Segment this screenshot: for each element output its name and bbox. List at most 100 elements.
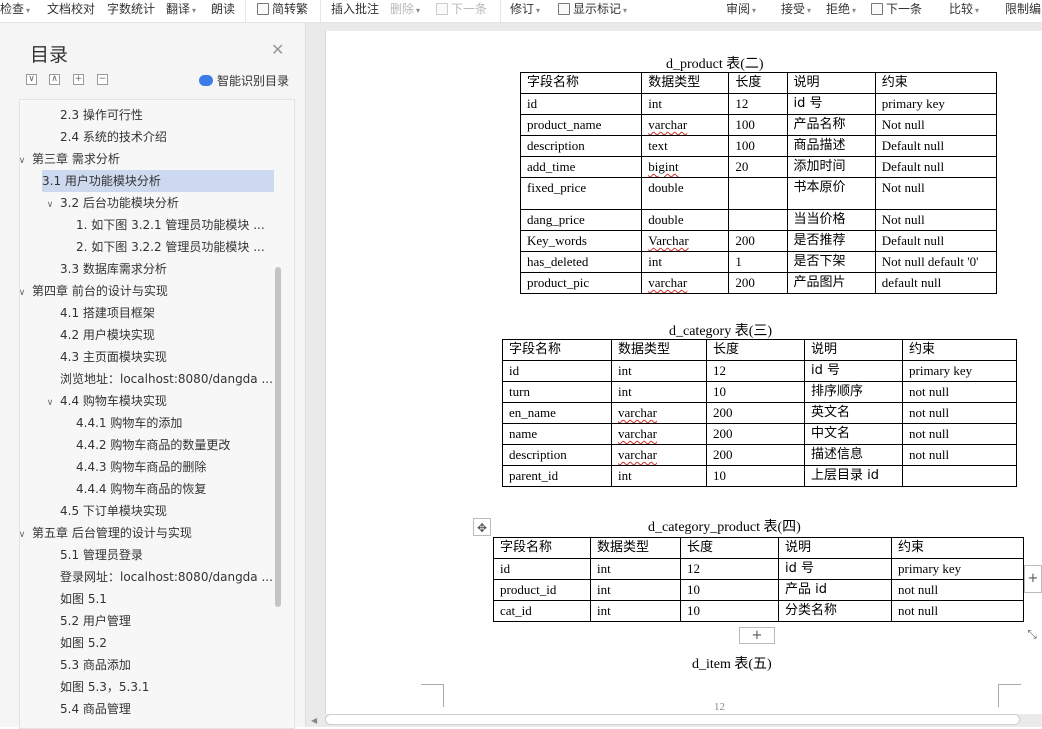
- toolbar-wordcount-button[interactable]: 字数统计: [107, 1, 155, 19]
- table-cell[interactable]: int: [641, 251, 730, 273]
- table-header-cell[interactable]: 说明: [778, 537, 892, 559]
- horizontal-scrollbar[interactable]: [325, 714, 1020, 725]
- table-cell[interactable]: 200: [728, 272, 788, 294]
- table-cell[interactable]: parent_id: [502, 465, 612, 487]
- table-header-cell[interactable]: 长度: [728, 72, 788, 94]
- table-cell[interactable]: 上层目录 id: [804, 465, 903, 487]
- table-cell[interactable]: product_pic: [519, 272, 643, 294]
- table-cell[interactable]: product_name: [519, 114, 643, 136]
- toolbar-simp-trad-button[interactable]: 简转繁: [257, 1, 308, 19]
- table-cell[interactable]: 200: [706, 444, 805, 466]
- toc-item[interactable]: 4.4.4 购物车商品的恢复: [76, 478, 206, 500]
- table-cell[interactable]: 产品图片: [786, 272, 876, 294]
- toc-item[interactable]: 如图 5.3，5.3.1: [60, 676, 149, 698]
- table-cell[interactable]: id: [493, 558, 591, 580]
- table-cell[interactable]: primary key: [874, 93, 998, 115]
- expand-arrow-icon[interactable]: ∨: [20, 524, 28, 546]
- table-header-cell[interactable]: 说明: [786, 72, 876, 94]
- table-cell[interactable]: Not null: [874, 114, 998, 136]
- table-cell[interactable]: varchar: [611, 402, 707, 424]
- table-cell[interactable]: not null: [902, 423, 1017, 445]
- table-cell[interactable]: text: [641, 135, 730, 157]
- toc-item[interactable]: 2.4 系统的技术介绍: [60, 126, 167, 148]
- table-cell[interactable]: Not null: [874, 177, 998, 210]
- table-cell[interactable]: turn: [502, 381, 612, 403]
- toc-item[interactable]: ∨ 第四章 前台的设计与实现: [20, 280, 168, 302]
- add-column-icon[interactable]: +: [1024, 565, 1042, 593]
- table-cell[interactable]: 200: [706, 423, 805, 445]
- table-cell[interactable]: 商品描述: [786, 135, 876, 157]
- expand-arrow-icon[interactable]: ∨: [20, 150, 28, 172]
- toc-item[interactable]: 4.4.2 购物车商品的数量更改: [76, 434, 230, 456]
- toolbar-next-change-button[interactable]: 下一条: [871, 1, 922, 19]
- table-resize-icon[interactable]: ⤡: [1024, 626, 1040, 642]
- table-cell[interactable]: Not null: [874, 209, 998, 231]
- toc-item[interactable]: 5.1 管理员登录: [60, 544, 143, 566]
- collapse-all-icon[interactable]: ∨: [26, 74, 37, 85]
- table-cell[interactable]: Default null: [874, 135, 998, 157]
- toolbar-check-button[interactable]: 检查 ▾: [0, 1, 30, 19]
- toolbar-read-aloud-button[interactable]: 朗读: [211, 1, 235, 19]
- toc-item[interactable]: 如图 5.2: [60, 632, 107, 654]
- table-cell[interactable]: 1: [728, 251, 788, 273]
- expand-arrow-icon[interactable]: ∨: [44, 392, 56, 414]
- table-header-cell[interactable]: 字段名称: [519, 72, 643, 94]
- table-cell[interactable]: not null: [902, 444, 1017, 466]
- table-cell[interactable]: varchar: [641, 272, 730, 294]
- toc-scrollbar[interactable]: [275, 267, 281, 607]
- table-cell[interactable]: description: [519, 135, 643, 157]
- table-cell[interactable]: 10: [706, 381, 805, 403]
- table-cell[interactable]: 当当价格: [786, 209, 876, 231]
- toc-item[interactable]: 4.2 用户模块实现: [60, 324, 155, 346]
- toolbar-insert-comment-button[interactable]: 插入批注: [331, 1, 379, 19]
- smart-toc-button[interactable]: 智能识别目录: [199, 72, 289, 89]
- table-cell[interactable]: Varchar: [641, 230, 730, 252]
- table-cell[interactable]: has_deleted: [519, 251, 643, 273]
- table-cell[interactable]: bigint: [641, 156, 730, 178]
- toc-item[interactable]: 5.4 商品管理: [60, 698, 131, 720]
- toc-item[interactable]: 2.3 操作可行性: [60, 104, 143, 126]
- table-header-cell[interactable]: 长度: [706, 339, 805, 361]
- table-cell[interactable]: en_name: [502, 402, 612, 424]
- table-cell[interactable]: Key_words: [519, 230, 643, 252]
- toolbar-next-comment-button[interactable]: 下一条: [436, 1, 487, 19]
- table-cell[interactable]: id 号: [778, 558, 892, 580]
- table-cell[interactable]: Not null default '0': [874, 251, 998, 273]
- table-cell[interactable]: 200: [706, 402, 805, 424]
- table-header-cell[interactable]: 长度: [680, 537, 779, 559]
- table-cell[interactable]: description: [502, 444, 612, 466]
- table-cell[interactable]: 添加时间: [786, 156, 876, 178]
- toolbar-accept-button[interactable]: 接受 ▾: [781, 1, 811, 19]
- table-cell[interactable]: [728, 177, 788, 210]
- table-cell[interactable]: 书本原价: [786, 177, 876, 210]
- table-cell[interactable]: int: [590, 579, 681, 601]
- toc-item[interactable]: 4.1 搭建项目框架: [60, 302, 155, 324]
- table-header-cell[interactable]: 约束: [874, 72, 998, 94]
- table-cell[interactable]: fixed_price: [519, 177, 643, 210]
- toc-item[interactable]: 如图 5.1: [60, 588, 107, 610]
- table-cell[interactable]: not null: [902, 402, 1017, 424]
- table-cell[interactable]: not null: [891, 579, 1024, 601]
- table-cell[interactable]: 描述信息: [804, 444, 903, 466]
- table-cell[interactable]: varchar: [611, 444, 707, 466]
- table-cell[interactable]: primary key: [902, 360, 1017, 382]
- table-cell[interactable]: cat_id: [493, 600, 591, 622]
- table-cell[interactable]: varchar: [641, 114, 730, 136]
- table-cell[interactable]: int: [590, 558, 681, 580]
- toolbar-compare-button[interactable]: 比较 ▾: [949, 1, 979, 19]
- table-cell[interactable]: Default null: [874, 156, 998, 178]
- toolbar-delete-comment-button[interactable]: 删除 ▾: [390, 1, 420, 19]
- table-cell[interactable]: Default null: [874, 230, 998, 252]
- table-cell[interactable]: [902, 465, 1017, 487]
- table-cell[interactable]: 12: [728, 93, 788, 115]
- table-header-cell[interactable]: 约束: [902, 339, 1017, 361]
- toc-item[interactable]: 5.2 用户管理: [60, 610, 131, 632]
- table-cell[interactable]: 10: [680, 579, 779, 601]
- table-cell[interactable]: int: [590, 600, 681, 622]
- table-cell[interactable]: 产品 id: [778, 579, 892, 601]
- toc-item[interactable]: 5.3 商品添加: [60, 654, 131, 676]
- toc-item[interactable]: ∨ 第三章 需求分析: [20, 148, 120, 172]
- table-cell[interactable]: double: [641, 209, 730, 231]
- close-icon[interactable]: ✕: [271, 42, 284, 58]
- table-cell[interactable]: id: [519, 93, 643, 115]
